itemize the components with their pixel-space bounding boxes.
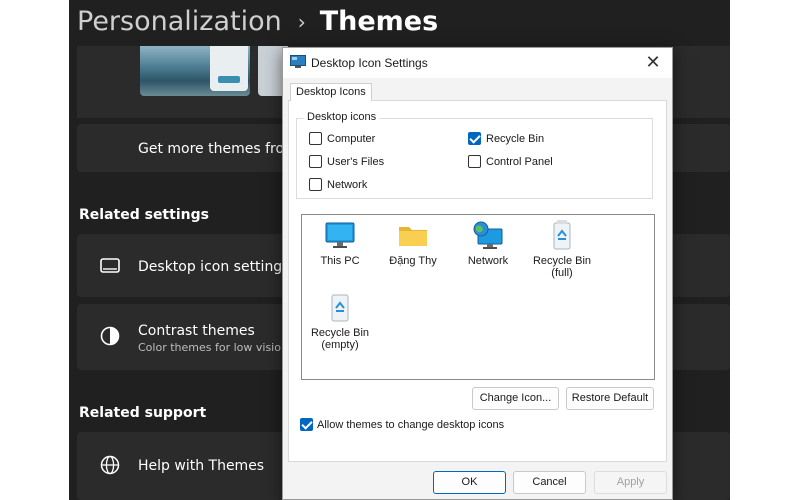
recycle-bin-full-icon bbox=[553, 220, 571, 250]
network-checkbox[interactable]: Network bbox=[309, 178, 367, 191]
checkbox-box[interactable] bbox=[309, 155, 322, 168]
ok-button[interactable]: OK bbox=[433, 471, 506, 494]
folder-icon bbox=[399, 227, 427, 246]
icon-label: Recycle Bin (empty) bbox=[310, 327, 370, 351]
restore-default-button[interactable]: Restore Default bbox=[566, 387, 654, 410]
desktop-icons-group-title: Desktop icons bbox=[304, 111, 380, 123]
allow-themes-label: Allow themes to change desktop icons bbox=[317, 418, 505, 431]
help-with-themes-label: Help with Themes bbox=[138, 458, 265, 474]
allow-themes-checkbox[interactable]: Allow themes to change desktop icons bbox=[300, 418, 504, 431]
recycle-bin-checkbox[interactable]: Recycle Bin bbox=[468, 132, 544, 145]
computer-checkbox[interactable]: Computer bbox=[309, 132, 375, 145]
monitor-icon bbox=[325, 222, 355, 248]
cancel-button[interactable]: Cancel bbox=[513, 471, 586, 494]
globe-icon bbox=[100, 455, 120, 475]
network-checkbox-label: Network bbox=[327, 178, 368, 191]
theme-thumbnail[interactable] bbox=[140, 46, 250, 96]
contrast-themes-description: Color themes for low vision bbox=[138, 341, 288, 354]
dialog-titlebar[interactable]: Desktop Icon Settings ✕ bbox=[283, 48, 672, 78]
icon-item-recycle-bin-full[interactable]: Recycle Bin (full) bbox=[527, 219, 597, 279]
contrast-icon bbox=[100, 326, 120, 346]
apply-button[interactable]: Apply bbox=[594, 471, 667, 494]
icon-label: This PC bbox=[320, 255, 360, 267]
change-icon-button[interactable]: Change Icon... bbox=[472, 387, 559, 410]
dialog-title: Desktop Icon Settings bbox=[311, 56, 428, 70]
contrast-themes-label: Contrast themes bbox=[138, 323, 255, 339]
users-files-checkbox[interactable]: User's Files bbox=[309, 155, 384, 168]
checkbox-box[interactable] bbox=[309, 178, 322, 191]
desktop-settings-app-icon bbox=[290, 55, 306, 68]
desktop-icon bbox=[100, 258, 120, 273]
users-files-checkbox-label: User's Files bbox=[327, 155, 385, 168]
related-support-heading: Related support bbox=[79, 405, 207, 421]
checkbox-box[interactable] bbox=[468, 155, 481, 168]
icon-label: Network bbox=[467, 255, 509, 267]
breadcrumb: Personalization › Themes bbox=[77, 6, 438, 37]
icon-label: Đặng Thy bbox=[389, 255, 437, 267]
desktop-icon-list[interactable]: This PC Đặng Thy Network Recycle Bin (fu… bbox=[301, 214, 655, 380]
computer-checkbox-label: Computer bbox=[327, 132, 376, 145]
desktop-icon-settings-dialog: Desktop Icon Settings ✕ Desktop Icons De… bbox=[282, 47, 673, 500]
breadcrumb-personalization[interactable]: Personalization bbox=[77, 6, 282, 37]
desktop-icon-settings-label: Desktop icon settings bbox=[138, 259, 290, 275]
recycle-bin-empty-icon bbox=[331, 294, 349, 322]
checkbox-box-checked[interactable] bbox=[468, 132, 481, 145]
checkbox-box-checked[interactable] bbox=[300, 418, 313, 431]
page-title: Themes bbox=[319, 6, 439, 37]
icon-item-this-pc[interactable]: This PC bbox=[305, 221, 375, 267]
checkbox-box[interactable] bbox=[309, 132, 322, 145]
control-panel-checkbox-label: Control Panel bbox=[486, 155, 553, 168]
icon-item-recycle-bin-empty[interactable]: Recycle Bin (empty) bbox=[305, 291, 375, 351]
icon-label: Recycle Bin (full) bbox=[532, 255, 592, 279]
get-more-themes-label: Get more themes from bbox=[138, 141, 298, 157]
network-globe-icon bbox=[473, 221, 503, 249]
recycle-bin-checkbox-label: Recycle Bin bbox=[486, 132, 545, 145]
tab-desktop-icons[interactable]: Desktop Icons bbox=[290, 83, 372, 101]
breadcrumb-separator: › bbox=[297, 9, 306, 34]
icon-item-user-folder[interactable]: Đặng Thy bbox=[378, 221, 448, 267]
close-icon[interactable]: ✕ bbox=[642, 52, 664, 74]
icon-item-network[interactable]: Network bbox=[453, 221, 523, 267]
control-panel-checkbox[interactable]: Control Panel bbox=[468, 155, 553, 168]
related-settings-heading: Related settings bbox=[79, 207, 209, 223]
dialog-footer: OK Cancel Apply bbox=[283, 462, 672, 499]
